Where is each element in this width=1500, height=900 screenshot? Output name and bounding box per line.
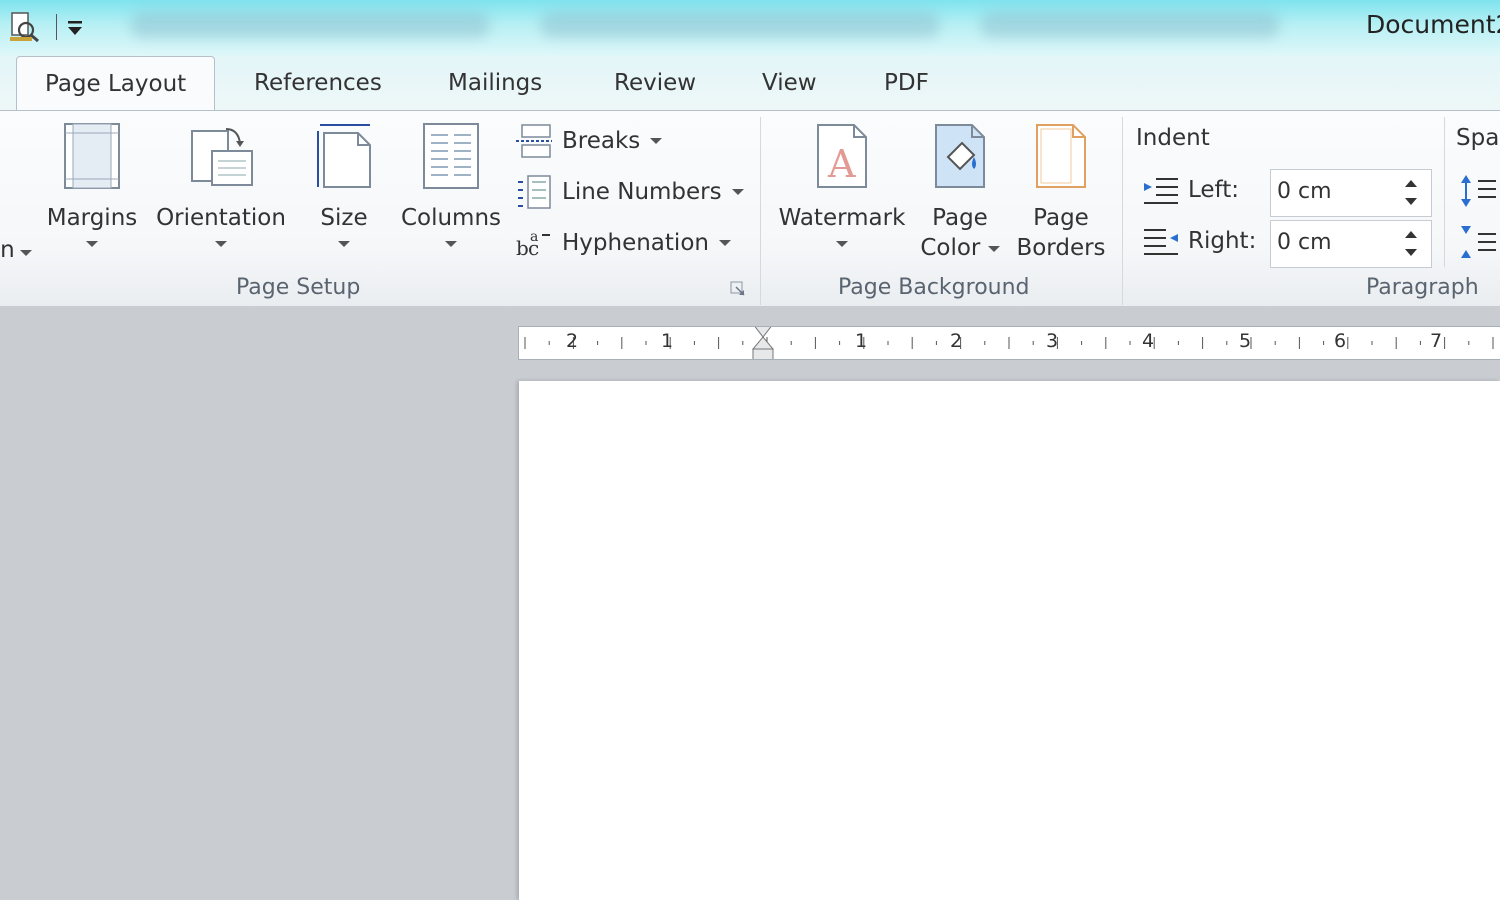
columns-label: Columns [400,205,502,231]
indent-heading: Indent [1136,125,1210,151]
svg-text:b: b [516,236,529,260]
size-label: Size [320,205,368,231]
tab-references[interactable]: References [226,56,410,110]
decrement-arrow-icon[interactable] [1405,198,1417,205]
page-setup-group-label: Page Setup [236,275,361,300]
increment-arrow-icon[interactable] [1405,180,1417,187]
chevron-down-icon [86,240,98,247]
margins-icon [64,123,120,189]
ruler-number: 6 [1334,330,1347,352]
ribbon: n Margins Orientation Size Columns Break… [0,110,1500,308]
ruler-number: 2 [950,330,963,352]
indent-marker-icon[interactable] [751,323,775,362]
chevron-down-icon [338,240,350,247]
columns-button[interactable]: Columns [396,121,506,252]
chevron-down-icon [650,138,663,144]
page-color-icon [935,124,985,188]
hyphenation-icon: b c a [516,229,550,260]
text-direction-button[interactable]: n [0,235,36,265]
hyphenation-button[interactable]: b c a Hyphenation [514,223,731,263]
increment-arrow-icon[interactable] [1405,231,1417,238]
tab-view[interactable]: View [734,56,845,110]
page-borders-icon [1036,124,1086,188]
paragraph-group-label: Paragraph [1366,275,1479,300]
page-background-group-label: Page Background [838,275,1030,300]
svg-text:A: A [827,142,856,186]
svg-text:a: a [530,229,538,245]
size-icon [317,124,371,188]
horizontal-ruler[interactable]: 2 1 1 2 3 4 5 6 7 [518,323,1500,362]
watermark-label: Watermark [778,205,906,231]
page-borders-button[interactable]: Page Borders [1012,121,1110,263]
page-setup-dialog-launcher-icon[interactable] [730,281,746,297]
indent-left-label: Left: [1188,177,1240,203]
size-button[interactable]: Size [306,121,382,252]
spacing-heading: Spa [1456,125,1500,151]
orientation-label: Orientation [156,205,286,231]
group-divider [760,117,761,305]
ruler-number: 1 [855,330,868,352]
document-title: Document2 [1366,10,1500,39]
line-numbers-icon [518,175,551,209]
page-color-label-1: Page [932,205,988,231]
breaks-icon [516,124,552,158]
hyphenation-label: Hyphenation [562,230,709,256]
group-divider [1444,117,1445,267]
ruler-number: 3 [1046,330,1059,352]
tab-review[interactable]: Review [586,56,724,110]
spacing-after-icon[interactable] [1460,224,1498,264]
decrement-arrow-icon[interactable] [1405,249,1417,256]
chevron-down-icon [215,240,227,247]
tab-pdf[interactable]: PDF [856,56,957,110]
page-color-button[interactable]: Page Color [914,121,1006,263]
ruler-number: 5 [1239,330,1252,352]
watermark-button[interactable]: A Watermark [776,121,908,252]
indent-right-field[interactable]: 0 cm [1270,220,1432,268]
indent-left-field[interactable]: 0 cm [1270,169,1432,217]
page-borders-label-2: Borders [1016,235,1106,261]
chevron-down-icon [987,245,1000,252]
blurred-tab [540,12,940,38]
text-direction-label: n [0,237,15,263]
spacing-before-icon[interactable] [1460,173,1498,213]
ruler-number: 2 [566,330,579,352]
indent-left-icon [1142,173,1180,213]
indent-right-label: Right: [1188,228,1257,254]
chevron-down-icon [19,249,32,256]
tab-page-layout[interactable]: Page Layout [16,56,216,111]
print-preview-icon[interactable] [6,10,42,44]
ruler-number: 7 [1430,330,1443,352]
breaks-label: Breaks [562,128,641,154]
chevron-down-icon [731,189,744,195]
document-page[interactable] [519,381,1500,900]
tab-mailings[interactable]: Mailings [420,56,570,110]
group-divider [1122,117,1123,305]
line-numbers-button[interactable]: Line Numbers [514,172,744,212]
chevron-down-icon [445,240,457,247]
ruler-number: 4 [1142,330,1155,352]
blurred-tab [130,12,490,38]
line-numbers-label: Line Numbers [562,179,722,205]
customize-quick-access-icon[interactable] [64,14,86,40]
margins-button[interactable]: Margins [40,121,144,252]
margins-label: Margins [46,205,138,231]
orientation-button[interactable]: Orientation [150,121,292,252]
indent-right-icon [1142,224,1180,264]
toolbar-separator [56,14,57,40]
indent-left-value: 0 cm [1277,179,1332,204]
ribbon-tabs: Page Layout References Mailings Review V… [0,56,1500,111]
breaks-button[interactable]: Breaks [514,121,663,161]
columns-icon [423,123,479,189]
indent-right-value: 0 cm [1277,230,1332,255]
ruler-number: 1 [661,330,674,352]
blurred-tab [980,12,1280,38]
orientation-icon [191,128,253,186]
chevron-down-icon [836,240,848,247]
page-color-label-2: Color [920,235,981,261]
page-borders-label-1: Page [1033,205,1089,231]
chevron-down-icon [718,240,731,246]
watermark-icon: A [817,124,867,188]
title-bar: Document2 [0,0,1500,56]
